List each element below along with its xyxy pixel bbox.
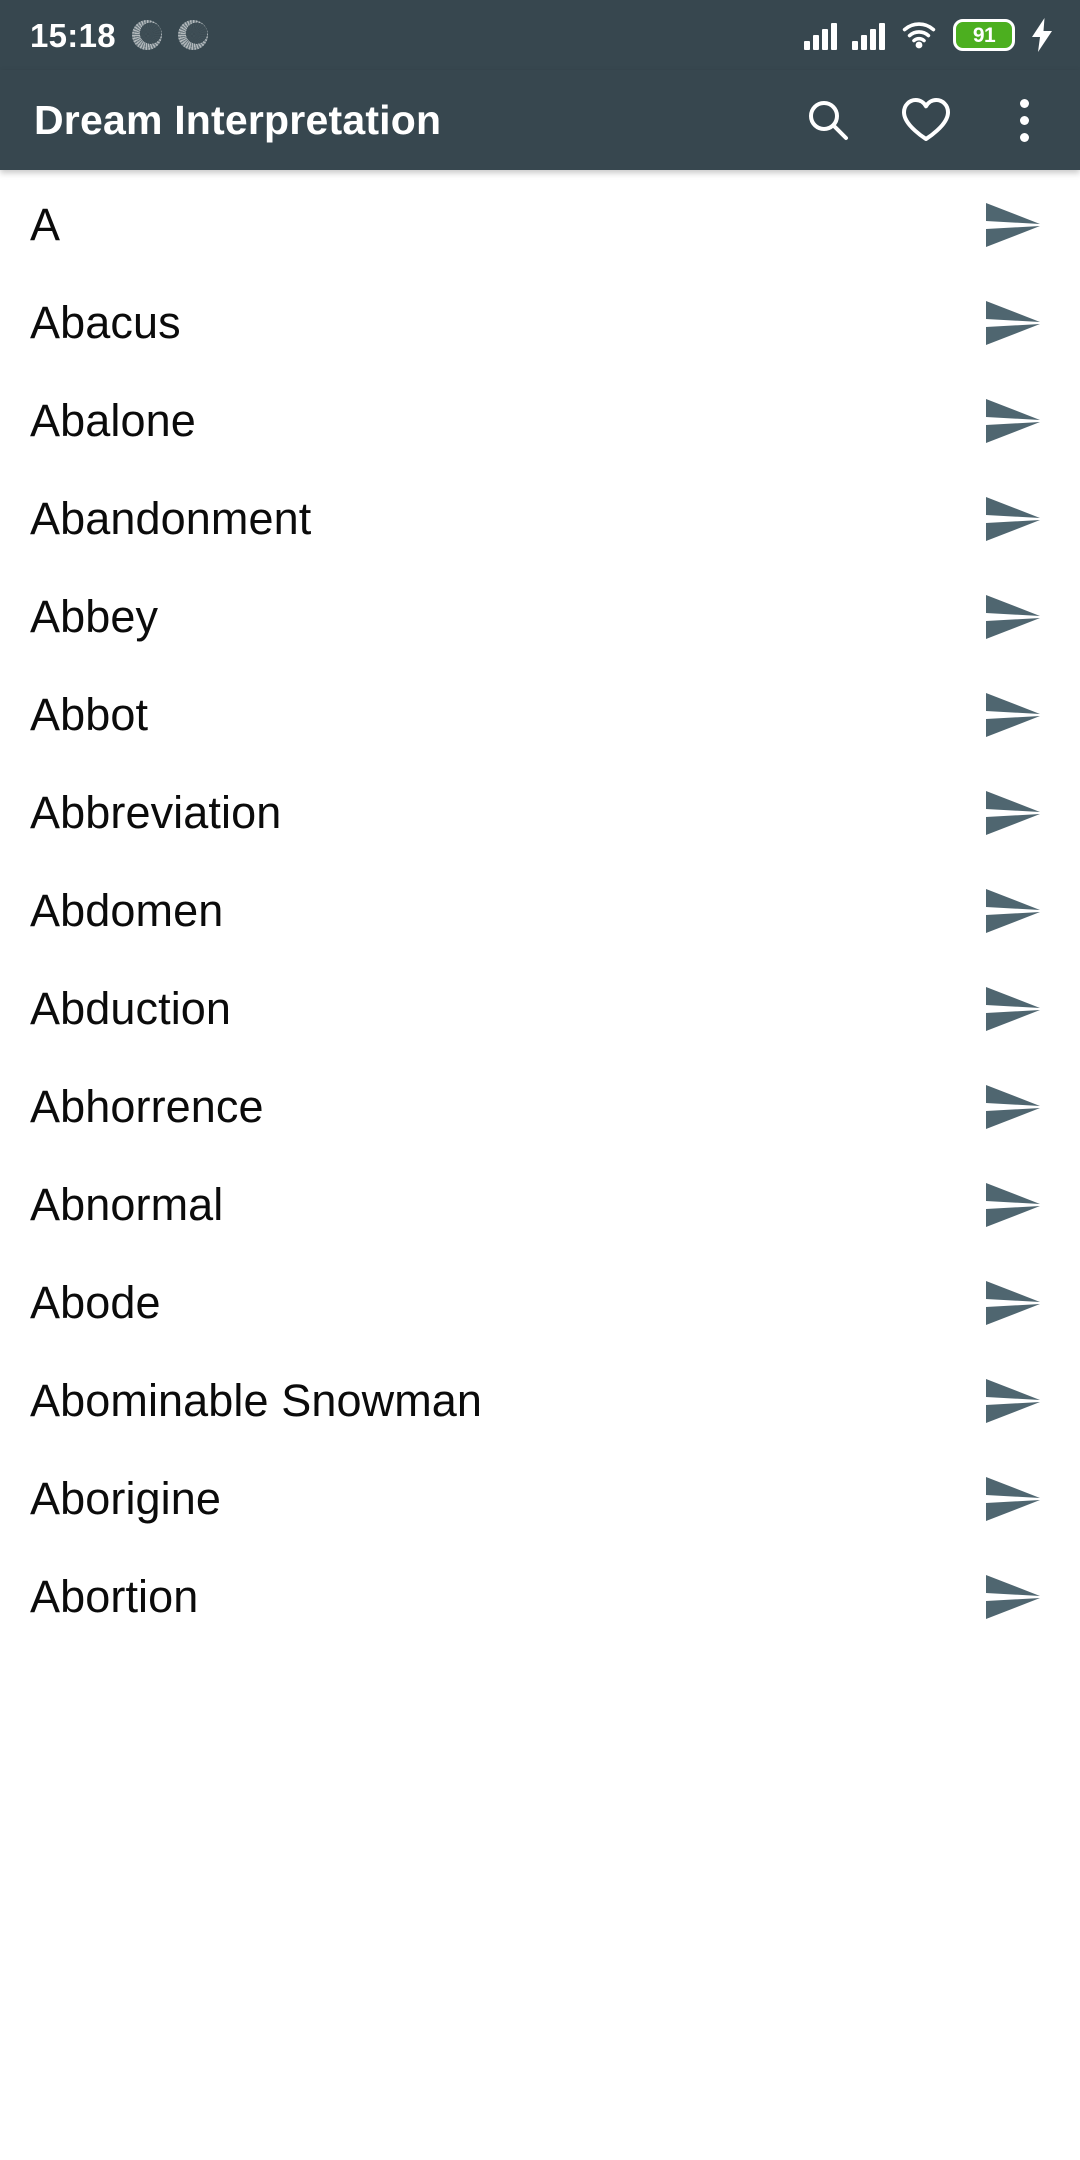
send-arrow-icon[interactable] [984,297,1044,349]
search-icon [809,101,848,140]
status-bar-right: 91 [804,18,1054,52]
list-item-label: Abhorrence [30,1081,264,1132]
send-arrow-icon[interactable] [984,1179,1044,1231]
send-arrow-icon[interactable] [984,1473,1044,1525]
notification-dot-icon [131,20,162,50]
list-item-label: Abode [30,1277,161,1328]
send-arrow-icon[interactable] [984,1571,1044,1623]
battery-level-text: 91 [972,23,996,47]
kebab-menu-icon [1019,98,1029,108]
list-item[interactable]: Abortion [0,1548,1080,1646]
list-item[interactable]: Abandonment [0,470,1080,568]
list-item[interactable]: Abbey [0,568,1080,666]
search-button[interactable] [800,92,856,148]
list-item[interactable]: Abbot [0,666,1080,764]
signal-bars-icon [852,20,885,50]
app-bar: Dream Interpretation [0,70,1080,170]
list-item-label: Abbey [30,591,159,642]
signal-bars-icon [804,20,837,50]
list-item[interactable]: A [0,176,1080,274]
list-item[interactable]: Abdomen [0,862,1080,960]
list-item-label: Abdomen [30,885,224,936]
send-arrow-icon[interactable] [984,395,1044,447]
list-item-label: Abortion [30,1571,199,1622]
list-item[interactable]: Abhorrence [0,1058,1080,1156]
page-title: Dream Interpretation [34,96,442,143]
battery-icon: 91 [953,19,1015,51]
list-item-label: Abbreviation [30,787,282,838]
send-arrow-icon[interactable] [984,493,1044,545]
send-arrow-icon[interactable] [984,199,1044,251]
list-item-label: Abominable Snowman [30,1375,483,1426]
favorites-button[interactable] [898,92,954,148]
list-item-label: Abduction [30,983,232,1034]
wifi-icon [902,22,936,49]
notification-dot-icon [177,20,208,50]
heart-icon [902,98,950,141]
kebab-menu-icon [1019,132,1029,142]
list-item[interactable]: Abbreviation [0,764,1080,862]
list-item-label: Aborigine [30,1473,222,1524]
status-bar-left: 15:18 [30,19,208,52]
list-item[interactable]: Abacus [0,274,1080,372]
send-arrow-icon[interactable] [984,787,1044,839]
send-arrow-icon[interactable] [984,1277,1044,1329]
list-item[interactable]: Abalone [0,372,1080,470]
list-item[interactable]: Aborigine [0,1450,1080,1548]
status-bar: 15:18 91 [0,0,1080,70]
kebab-menu-icon [1019,115,1029,125]
status-bar-clock: 15:18 [30,16,116,54]
list-item-label: A [30,199,61,250]
app-bar-actions [800,92,1052,148]
overflow-menu-button[interactable] [996,92,1052,148]
app-root: 15:18 91 Dream Interpretation A Abacus A… [0,0,1080,2160]
list-item[interactable]: Abominable Snowman [0,1352,1080,1450]
list-item[interactable]: Abduction [0,960,1080,1058]
send-arrow-icon[interactable] [984,591,1044,643]
list-item[interactable]: Abnormal [0,1156,1080,1254]
list-item-label: Abandonment [30,493,312,544]
charging-bolt-icon [1032,18,1052,52]
list-item-label: Abnormal [30,1179,224,1230]
send-arrow-icon[interactable] [984,1375,1044,1427]
send-arrow-icon[interactable] [984,983,1044,1035]
send-arrow-icon[interactable] [984,1081,1044,1133]
list-item-label: Abacus [30,297,181,348]
send-arrow-icon[interactable] [984,885,1044,937]
send-arrow-icon[interactable] [984,689,1044,741]
list-item-label: Abalone [30,395,196,446]
list-item[interactable]: Abode [0,1254,1080,1352]
list-item-label: Abbot [30,689,149,740]
dream-terms-list[interactable]: A Abacus Abalone Abandonment Abbey Abbot Abbre… [0,170,1080,1646]
